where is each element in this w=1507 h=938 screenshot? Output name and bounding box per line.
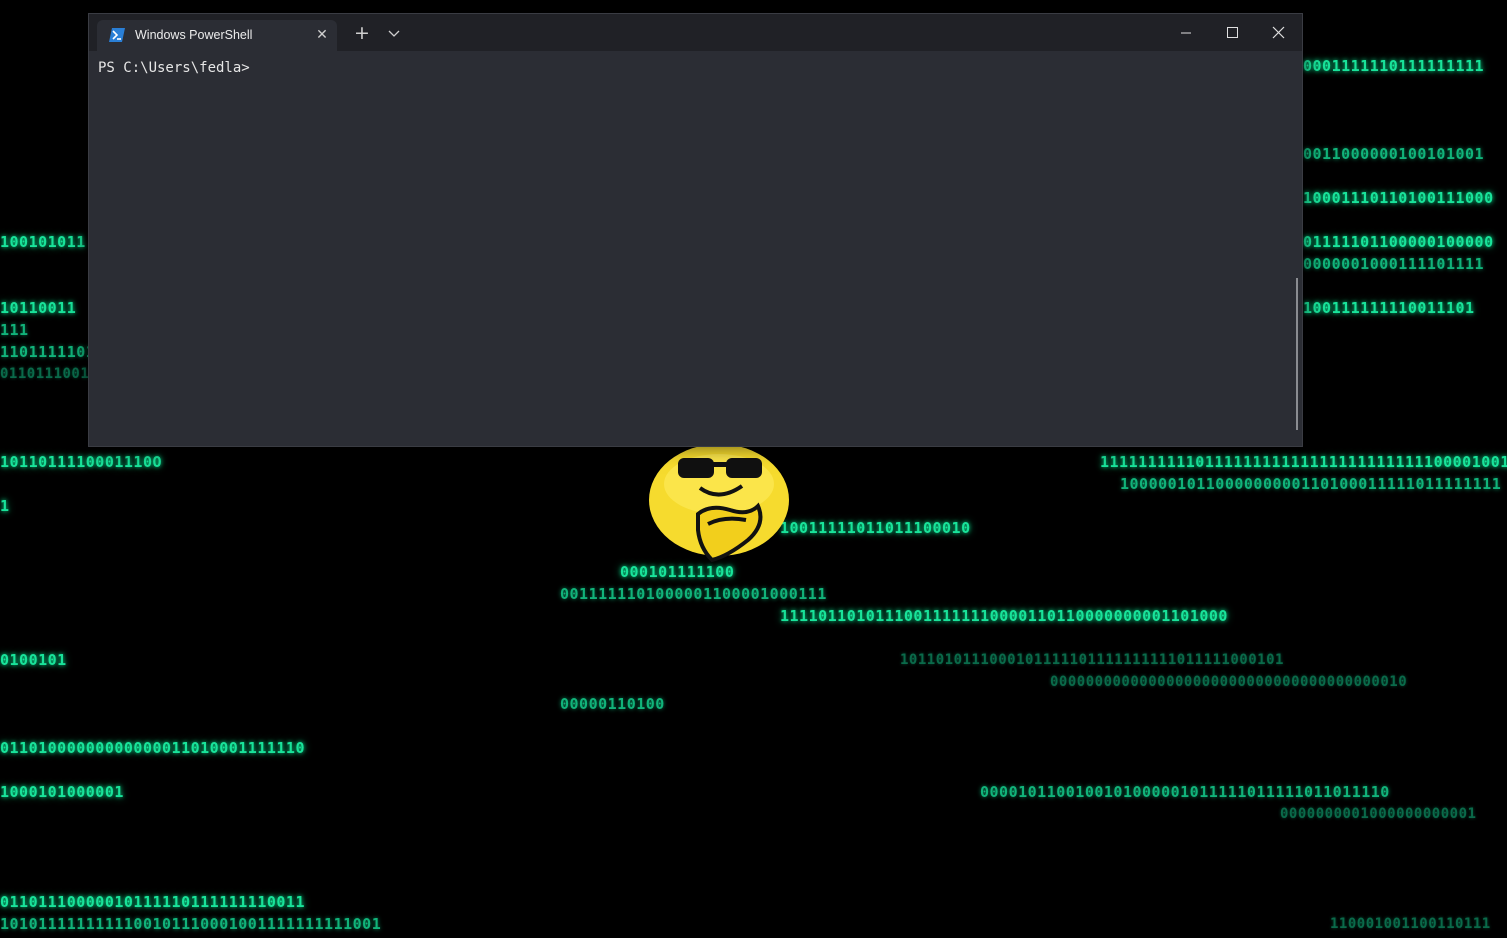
- sunglasses-emoji-mascot: [649, 444, 789, 563]
- binary-row: 0000000001000000000001: [1280, 806, 1477, 822]
- binary-row: 0001111110111111111: [1303, 57, 1485, 75]
- binary-row: 1: [0, 497, 10, 515]
- maximize-icon[interactable]: [1209, 14, 1255, 51]
- binary-row: 1011010111000101111101111111111011111000…: [900, 652, 1284, 668]
- binary-row: 0110111001: [0, 366, 90, 382]
- terminal-window[interactable]: Windows PowerShell ✕ + PS C:\Users\fedla…: [88, 13, 1303, 447]
- binary-row: 0011000000100101001: [1303, 145, 1485, 163]
- binary-row: 0000101100100101000001011111011111011011…: [980, 783, 1390, 801]
- title-bar[interactable]: Windows PowerShell ✕ +: [89, 14, 1302, 51]
- command-prompt[interactable]: PS C:\Users\fedla>: [98, 60, 250, 76]
- binary-row: 111: [0, 321, 29, 339]
- binary-row: 10001110110100111000: [1303, 189, 1494, 207]
- binary-row: 100101011: [0, 233, 86, 251]
- binary-row: 1000001011000000000110100011111011111111: [1120, 475, 1502, 493]
- binary-row: 00000110100: [560, 695, 665, 713]
- binary-row: 1111111111011111111111111111111111100001…: [1100, 453, 1507, 471]
- chevron-down-icon[interactable]: [386, 25, 402, 41]
- binary-row: 1000101000001: [0, 783, 124, 801]
- scrollbar[interactable]: [1296, 278, 1298, 430]
- plus-icon[interactable]: +: [351, 23, 373, 43]
- binary-row: 0000000000000000000000000000000000000010: [1050, 674, 1408, 690]
- binary-row: 1010111111111100101110001001111111111001: [0, 915, 382, 933]
- close-icon[interactable]: ✕: [315, 28, 329, 42]
- tab-title: Windows PowerShell: [135, 28, 253, 42]
- binary-row: 1101111101: [0, 343, 96, 361]
- binary-row: 10110011: [0, 299, 77, 317]
- minimize-icon[interactable]: [1163, 14, 1209, 51]
- binary-row: 10011111011011100010: [780, 519, 971, 537]
- binary-row: 0000001000111101111: [1303, 255, 1485, 273]
- binary-row: 01101110000010111110111111110011: [0, 893, 305, 911]
- binary-row: 01101000000000000011010001111110: [0, 739, 305, 757]
- binary-row: 1111011010111001111111000011011000000000…: [780, 607, 1228, 625]
- binary-row: 0100101: [0, 651, 67, 669]
- terminal-content[interactable]: PS C:\Users\fedla>: [89, 51, 1302, 446]
- binary-row: 100111111110011101: [1303, 299, 1475, 317]
- binary-row: 110001001100110111: [1330, 916, 1491, 932]
- close-icon[interactable]: [1255, 14, 1301, 51]
- tab-windows-powershell[interactable]: Windows PowerShell ✕: [97, 20, 337, 51]
- powershell-icon: [109, 28, 125, 42]
- binary-row: 1011011110001110O: [0, 453, 163, 471]
- binary-row: 0011111101000001100001000111: [560, 585, 827, 603]
- binary-row: 01111101100000100000: [1303, 233, 1494, 251]
